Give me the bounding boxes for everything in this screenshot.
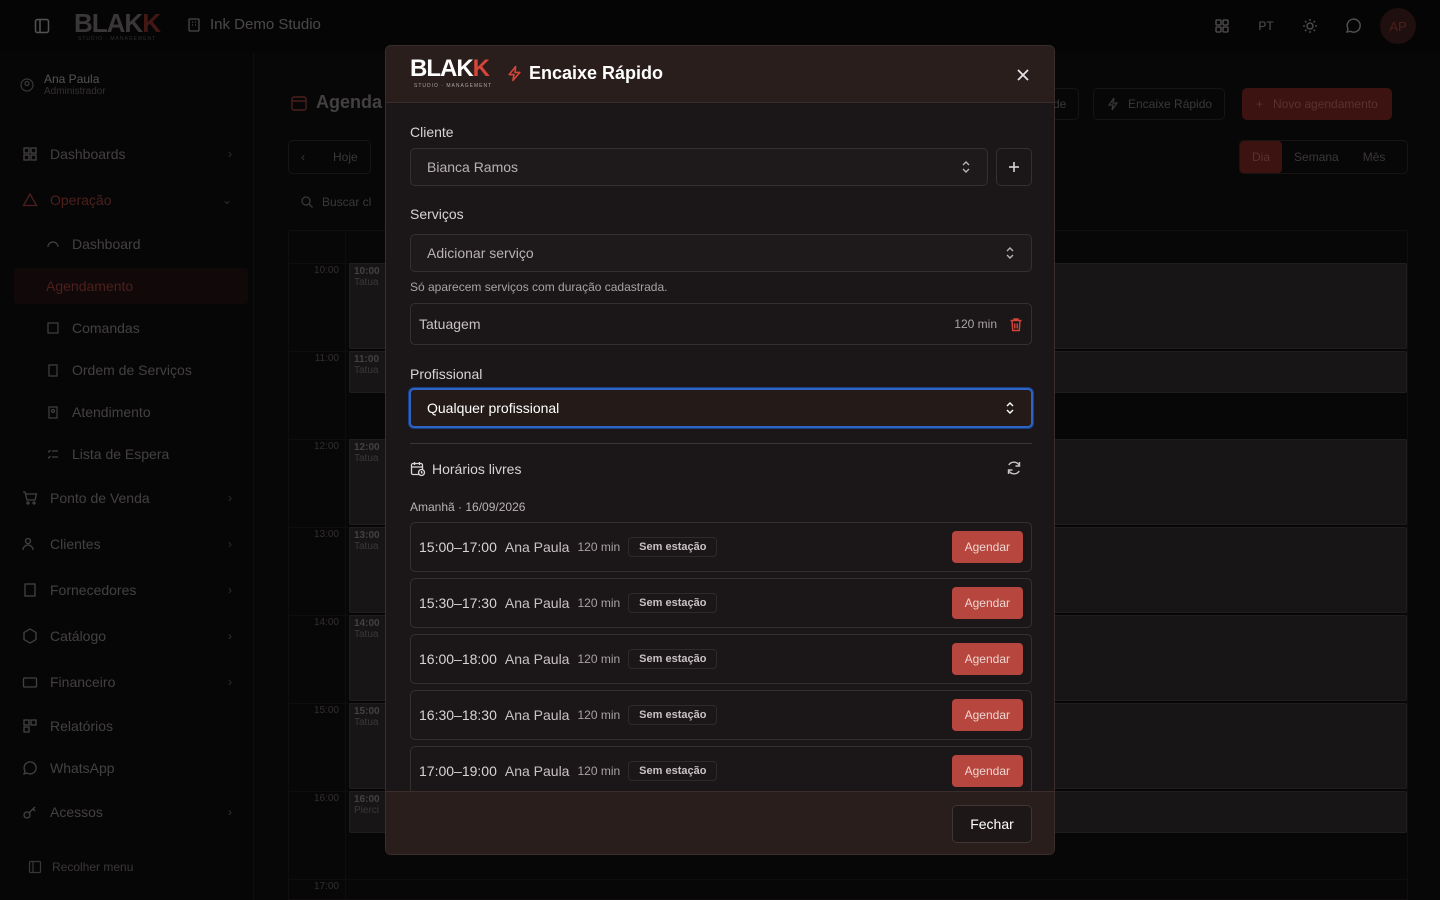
fechar-button[interactable]: Fechar: [952, 805, 1032, 843]
close-icon[interactable]: [1012, 64, 1034, 86]
agendar-button[interactable]: Agendar: [951, 587, 1023, 619]
trash-icon[interactable]: [1009, 317, 1023, 332]
divider: [410, 443, 1032, 444]
lightning-icon: [508, 65, 521, 82]
servicos-select[interactable]: Adicionar serviço: [410, 234, 1032, 272]
profissional-label: Profissional: [410, 366, 483, 382]
chevron-up-down-icon: [1006, 402, 1014, 414]
slot-time: 16:00–18:00: [419, 651, 497, 667]
slot-station-badge: Sem estação: [628, 593, 718, 613]
dialog-logo: BLAKK: [410, 55, 490, 82]
slot-time: 15:30–17:30: [419, 595, 497, 611]
dialog-title: Encaixe Rápido: [506, 63, 663, 84]
service-duration: 120 min: [954, 317, 997, 331]
slot-row: 17:00–19:00 Ana Paula 120 min Sem estaçã…: [410, 746, 1032, 796]
slot-duration: 120 min: [577, 652, 621, 666]
selected-service-row: Tatuagem 120 min: [410, 303, 1032, 345]
slot-time: 17:00–19:00: [419, 763, 497, 779]
slot-professional: Ana Paula: [504, 539, 570, 555]
slot-row: 15:00–17:00 Ana Paula 120 min Sem estaçã…: [410, 522, 1032, 572]
cliente-select[interactable]: Bianca Ramos: [410, 148, 988, 186]
slot-row: 15:30–17:30 Ana Paula 120 min Sem estaçã…: [410, 578, 1032, 628]
plus-icon: [1009, 162, 1019, 172]
slot-station-badge: Sem estação: [628, 649, 718, 669]
agendar-button[interactable]: Agendar: [951, 755, 1023, 787]
agendar-button[interactable]: Agendar: [951, 699, 1023, 731]
chevron-up-down-icon: [1006, 247, 1014, 259]
slot-station-badge: Sem estação: [628, 705, 718, 725]
slot-time: 15:00–17:00: [419, 539, 497, 555]
slot-duration: 120 min: [577, 708, 621, 722]
refresh-icon[interactable]: [1006, 460, 1022, 476]
horarios-livres-header: Horários livres: [410, 461, 521, 477]
dialog-footer: Fechar: [386, 791, 1054, 854]
slots-date: Amanhã · 16/09/2026: [410, 500, 526, 514]
slot-duration: 120 min: [577, 540, 621, 554]
slot-professional: Ana Paula: [504, 707, 570, 723]
slot-row: 16:00–18:00 Ana Paula 120 min Sem estaçã…: [410, 634, 1032, 684]
agendar-button[interactable]: Agendar: [951, 643, 1023, 675]
slot-row: 16:30–18:30 Ana Paula 120 min Sem estaçã…: [410, 690, 1032, 740]
servicos-placeholder: Adicionar serviço: [427, 245, 534, 261]
servicos-label: Serviços: [410, 206, 464, 222]
slot-professional: Ana Paula: [504, 651, 570, 667]
cliente-value: Bianca Ramos: [427, 159, 519, 175]
agendar-button[interactable]: Agendar: [951, 531, 1023, 563]
profissional-select[interactable]: Qualquer profissional: [409, 388, 1033, 428]
slot-duration: 120 min: [577, 764, 621, 778]
add-cliente-button[interactable]: [996, 148, 1032, 186]
slot-time: 16:30–18:30: [419, 707, 497, 723]
slot-duration: 120 min: [577, 596, 621, 610]
slot-station-badge: Sem estação: [628, 761, 718, 781]
encaixe-rapido-dialog: BLAKK STUDIO · MANAGEMENT Encaixe Rápido…: [385, 45, 1055, 855]
profissional-value: Qualquer profissional: [427, 400, 560, 416]
dialog-logo-sub: STUDIO · MANAGEMENT: [414, 83, 493, 89]
dialog-header: BLAKK STUDIO · MANAGEMENT Encaixe Rápido: [386, 46, 1054, 103]
slot-station-badge: Sem estação: [628, 537, 718, 557]
calendar-clock-icon: [410, 462, 426, 477]
service-name: Tatuagem: [419, 316, 481, 332]
slot-professional: Ana Paula: [504, 763, 570, 779]
cliente-label: Cliente: [410, 124, 454, 140]
servicos-hint: Só aparecem serviços com duração cadastr…: [410, 280, 668, 294]
slot-professional: Ana Paula: [504, 595, 570, 611]
chevron-up-down-icon: [962, 161, 970, 173]
